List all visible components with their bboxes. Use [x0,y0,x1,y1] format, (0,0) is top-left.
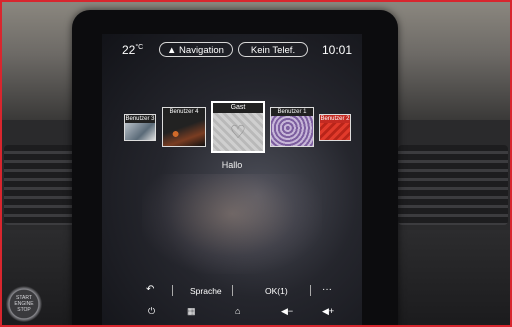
back-arrow-icon[interactable]: ↶ [146,284,154,295]
profile-image [271,116,313,146]
status-bar: 22°C ▲ Navigation Kein Telef. 10:01 [102,41,362,59]
infotainment-screen: 22°C ▲ Navigation Kein Telef. 10:01 Benu… [102,34,362,327]
profile-label: Benutzer 1 [271,108,313,116]
power-icon[interactable]: ⏻ [148,306,155,317]
profile-image [125,123,155,140]
temperature-readout: 22°C [122,43,143,57]
profile-image [163,116,205,146]
separator [310,285,311,296]
profile-label: Benutzer 2 [320,115,350,123]
separator [232,285,233,296]
profile-card-benutzer-1[interactable]: Benutzer 1 [270,107,314,147]
apps-grid-icon[interactable]: ▦ [187,306,196,317]
temperature-value: 22 [122,43,136,57]
stop-label: STOP [17,307,31,313]
separator [172,285,173,296]
volume-up-icon[interactable]: ◀+ [322,306,334,317]
right-air-vent [398,145,508,225]
navigation-arrow-icon: ▲ [167,45,177,56]
profile-card-benutzer-3[interactable]: Benutzer 3 [124,114,156,141]
ok-button[interactable]: OK(1) [265,286,288,296]
profile-label: Benutzer 3 [125,115,155,123]
phone-label: Kein Telef. [250,45,296,56]
profile-card-benutzer-4[interactable]: Benutzer 4 [162,107,206,147]
profile-carousel[interactable]: Benutzer 3 Benutzer 4 Gast ♡ Benutzer 1 … [102,101,362,153]
clock: 10:01 [322,43,353,57]
profile-image [320,123,350,140]
quick-action-bar: ↶ Sprache OK(1) ··· [102,282,362,300]
profile-card-benutzer-2[interactable]: Benutzer 2 [319,114,351,141]
greeting-text: Hallo [221,160,243,170]
bottom-control-bar: ⏻ ▦ ⌂ ◀− ◀+ [102,304,362,322]
language-button[interactable]: Sprache [190,286,222,296]
temperature-unit: °C [135,44,144,51]
phone-button[interactable]: Kein Telef. [238,42,308,57]
profile-label: Benutzer 4 [163,108,205,116]
left-air-vent [4,145,76,225]
navigation-button[interactable]: ▲ Navigation [159,42,233,57]
screen-reflection [142,174,322,274]
heart-icon: ♡ [213,113,263,151]
start-stop-button[interactable]: START ENGINE STOP [6,286,42,322]
profile-label: Gast [213,103,263,113]
more-options-icon[interactable]: ··· [322,284,332,295]
profile-card-gast[interactable]: Gast ♡ [211,101,265,153]
navigation-label: Navigation [179,45,224,56]
home-icon[interactable]: ⌂ [235,306,240,316]
volume-down-icon[interactable]: ◀− [281,306,293,317]
